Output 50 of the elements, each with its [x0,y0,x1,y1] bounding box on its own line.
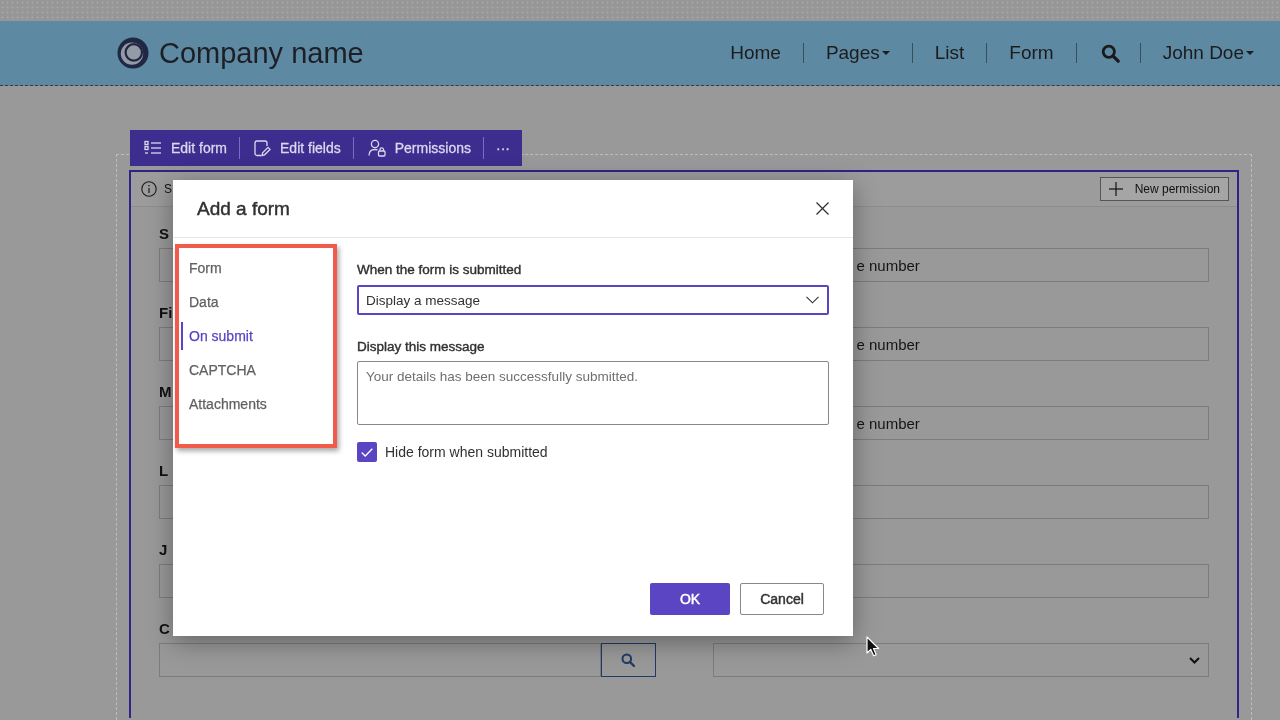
nav-item[interactable]: Attachments [181,390,333,418]
checkbox-label: Hide form when submitted [385,444,548,460]
person-lock-icon [367,139,386,157]
list-icon [144,140,162,156]
check-icon [361,447,373,457]
checkbox[interactable] [357,442,377,462]
notice-text: S [164,182,172,196]
nav-link[interactable]: Form [987,42,1076,64]
lookup-button[interactable] [600,643,656,677]
more-button[interactable]: ··· [483,130,522,166]
search-icon[interactable] [1100,43,1120,63]
field-label: When the form is submitted [357,261,522,279]
chevron-icon [1189,656,1200,664]
select-field[interactable] [712,643,1209,677]
new-permission-button[interactable]: New permission [1099,177,1229,201]
ok-button[interactable]: OK [650,583,730,615]
toolbar-button[interactable]: Edit form [130,130,239,166]
field-label: S [159,224,169,244]
nav-item[interactable]: CAPTCHA [181,356,333,384]
cancel-button[interactable]: Cancel [740,583,824,615]
nav-item[interactable]: On submit [181,322,333,350]
dropdown[interactable]: Display a message [357,285,829,315]
search-icon [621,653,635,667]
edit-icon [254,139,271,157]
nav-link[interactable]: List [912,42,987,64]
plus-icon [1108,182,1123,196]
field-label: M [159,382,172,402]
field-label: Display this message [357,338,485,356]
brand-name[interactable]: Company name [159,36,364,70]
nav-dropdown[interactable]: Pages [803,42,912,64]
message-field[interactable]: Your details has been successfully submitted. [357,361,829,425]
field-label: Fi [159,303,173,323]
input-field[interactable] [159,643,601,677]
toolbar-button[interactable]: Permissions [353,130,483,166]
nav-item[interactable]: Form [181,254,333,282]
info-icon [141,181,157,197]
field-label: J [159,540,168,560]
field-label: C [159,619,170,639]
cursor-icon [866,636,880,657]
caret-icon [1246,51,1254,55]
chevron-icon [806,296,819,304]
dialog-title: Add a form [197,197,290,220]
close-icon [816,202,829,215]
nav-dropdown[interactable]: John Doe [1140,42,1254,64]
logo-icon [117,37,149,69]
caret-icon [881,51,890,55]
nav-item[interactable]: Data [181,288,333,316]
nav-link[interactable]: Home [708,42,803,64]
toolbar-button[interactable]: Edit fields [240,130,353,166]
field-label: L [159,461,169,481]
